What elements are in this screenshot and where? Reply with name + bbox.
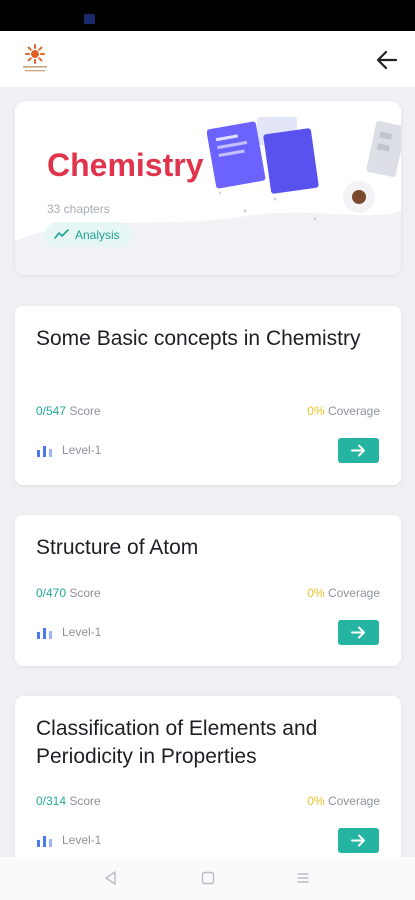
app-bar	[0, 31, 415, 87]
coverage-info: 0% Coverage	[307, 404, 380, 418]
coverage-label: Coverage	[327, 586, 380, 600]
open-chapter-button[interactable]	[338, 438, 379, 463]
level-info: Level-1	[36, 833, 101, 847]
chapter-title: Classification of Elements and Periodici…	[36, 717, 318, 768]
score-info: 0/314 Score	[36, 794, 101, 808]
chapter-list-scroll[interactable]: Chemistry 33 chapters Analysis Some Basi…	[0, 87, 415, 857]
score-value: 0/470	[36, 586, 67, 600]
coverage-value: 0%	[307, 794, 325, 808]
score-label: Score	[69, 404, 101, 418]
app-logo-icon	[23, 44, 47, 72]
system-nav-bar	[0, 857, 415, 900]
nav-home-square-icon[interactable]	[199, 869, 217, 887]
chapter-card[interactable]: Structure of Atom 0/470 Score 0% Coverag…	[15, 515, 401, 666]
back-arrow-icon[interactable]	[372, 47, 402, 73]
level-label: Level-1	[62, 443, 102, 457]
notification-icon	[84, 14, 95, 24]
level-label: Level-1	[62, 833, 102, 847]
status-bar	[0, 0, 415, 31]
coverage-info: 0% Coverage	[307, 794, 380, 808]
arrow-right-icon	[351, 834, 365, 847]
bar-chart-icon	[37, 627, 52, 639]
analysis-button[interactable]: Analysis	[45, 222, 132, 247]
level-info: Level-1	[36, 443, 101, 457]
score-label: Score	[69, 794, 101, 808]
level-info: Level-1	[36, 625, 101, 639]
open-chapter-button[interactable]	[338, 620, 379, 645]
chapter-title: Structure of Atom	[36, 536, 199, 559]
subject-hero-card: Chemistry 33 chapters Analysis	[15, 101, 401, 275]
coverage-value: 0%	[307, 586, 325, 600]
score-value: 0/314	[36, 794, 67, 808]
level-label: Level-1	[62, 625, 102, 639]
coverage-info: 0% Coverage	[307, 586, 380, 600]
score-value: 0/547	[36, 404, 67, 418]
trend-line-icon	[54, 229, 69, 239]
score-info: 0/470 Score	[36, 586, 101, 600]
open-chapter-button[interactable]	[338, 828, 379, 853]
arrow-right-icon	[351, 626, 365, 639]
bar-chart-icon	[37, 835, 52, 847]
score-info: 0/547 Score	[36, 404, 101, 418]
nav-back-triangle-icon[interactable]	[102, 869, 120, 887]
chapter-title: Some Basic concepts in Chemistry	[36, 327, 361, 350]
coverage-value: 0%	[307, 404, 325, 418]
chapter-card[interactable]: Some Basic concepts in Chemistry 0/547 S…	[15, 306, 401, 485]
coverage-label: Coverage	[327, 404, 380, 418]
arrow-right-icon	[351, 444, 365, 457]
score-label: Score	[69, 586, 101, 600]
nav-menu-lines-icon[interactable]	[294, 869, 312, 887]
chapters-count: 33 chapters	[47, 202, 110, 216]
books-illustration	[207, 117, 401, 213]
bar-chart-icon	[37, 445, 52, 457]
chapter-card[interactable]: Classification of Elements and Periodici…	[15, 696, 401, 857]
coverage-label: Coverage	[327, 794, 380, 808]
subject-title: Chemistry	[47, 147, 204, 183]
analysis-label: Analysis	[75, 227, 120, 242]
